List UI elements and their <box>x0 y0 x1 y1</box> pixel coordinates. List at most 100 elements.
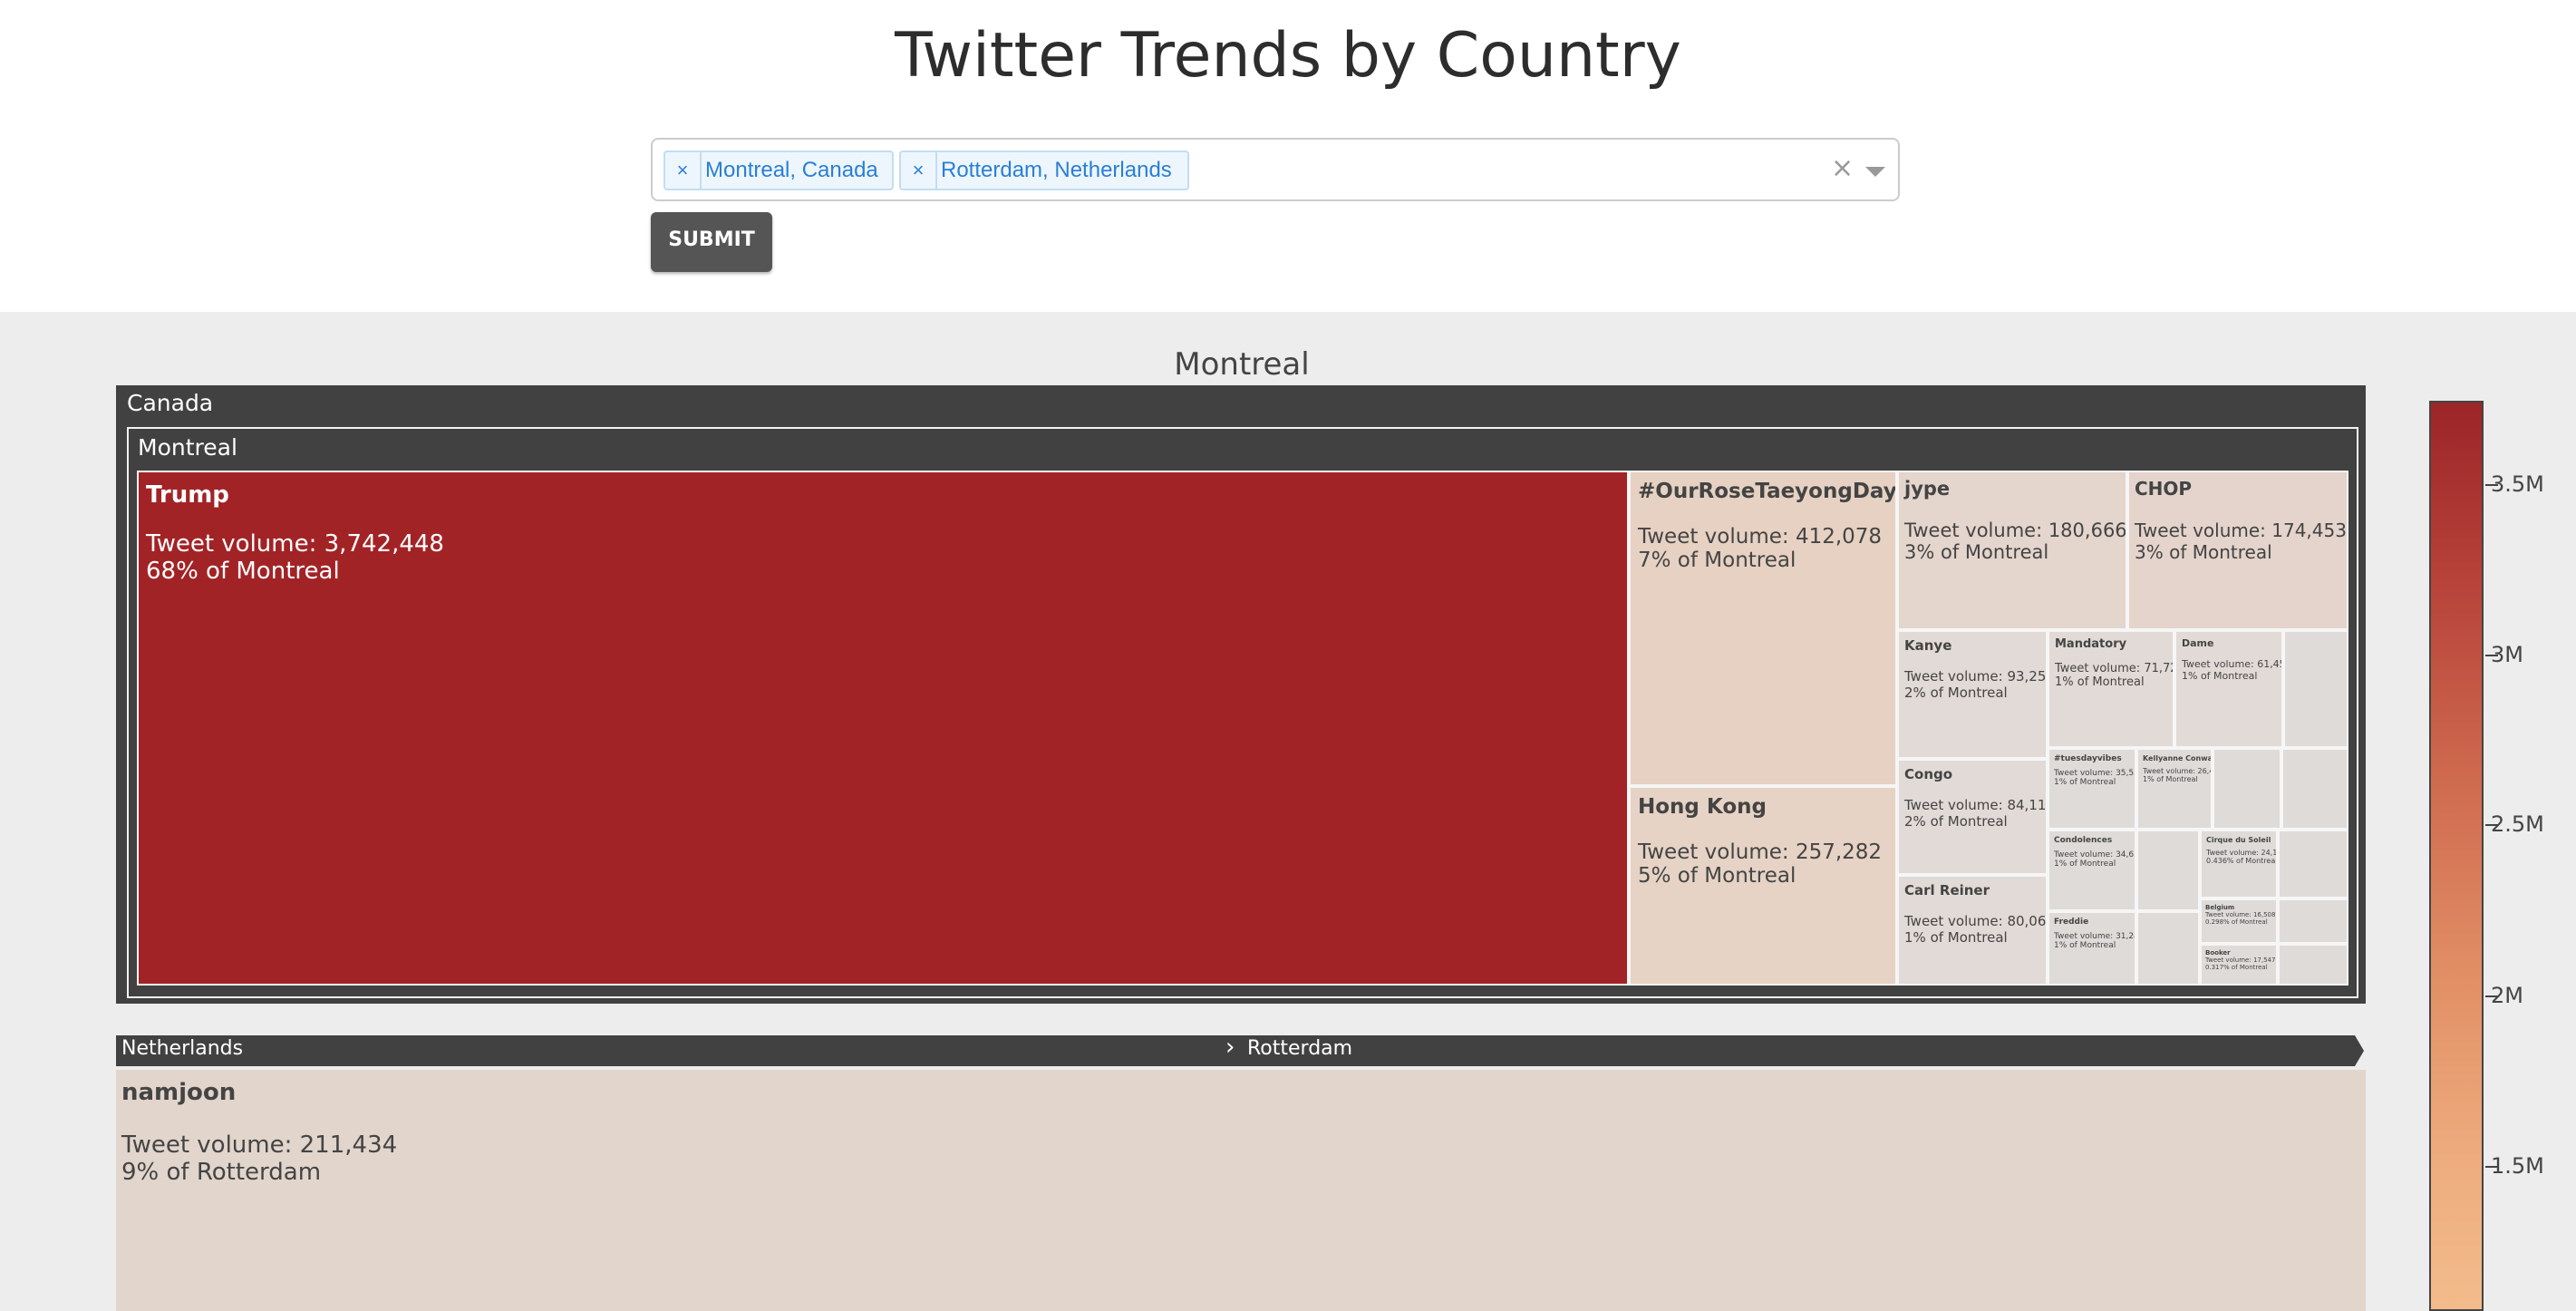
colorbar <box>2429 401 2484 1311</box>
trend-volume: Tweet volume: 35,535 <box>2054 769 2136 778</box>
trend-volume: Tweet volume: 3,742,448 <box>146 530 444 558</box>
trend-name: CHOP <box>2135 478 2193 500</box>
trend-name: Hong Kong <box>1638 795 1767 819</box>
trend-volume: Tweet volume: 412,078 <box>1638 525 1883 549</box>
selected-chip: × Montreal, Canada <box>663 151 894 190</box>
trend-tile[interactable] <box>2278 944 2348 986</box>
trend-tile[interactable]: Mandatory Tweet volume: 71,720 1% of Mon… <box>2048 630 2174 748</box>
trend-tile[interactable]: Condolences Tweet volume: 34,635 1% of M… <box>2048 830 2136 911</box>
trend-name: Condolences <box>2054 836 2113 845</box>
trend-tile[interactable] <box>2283 630 2348 748</box>
trend-name: Cirque du Soleil <box>2206 836 2271 844</box>
remove-chip-icon[interactable]: × <box>665 152 702 189</box>
remove-chip-icon[interactable]: × <box>901 152 937 189</box>
trend-share: 9% of Rotterdam <box>121 1159 322 1186</box>
trend-tile[interactable]: Hong Kong Tweet volume: 257,282 5% of Mo… <box>1629 786 1897 986</box>
trend-volume: Tweet volume: 93,258 <box>1904 668 2048 685</box>
trend-name: Mandatory <box>2055 637 2127 651</box>
trend-volume: Tweet volume: 31,243 <box>2054 932 2136 941</box>
trend-tile[interactable]: Cirque du Soleil Tweet volume: 24,132 0.… <box>2200 830 2278 898</box>
trend-volume: Tweet volume: 174,453 <box>2135 520 2347 541</box>
trend-tile[interactable] <box>2278 898 2348 944</box>
trend-volume: Tweet volume: 84,113 <box>1904 797 2048 813</box>
trend-name: Kellyanne Conway <box>2143 754 2213 762</box>
trend-share: 3% of Montreal <box>1904 541 2049 563</box>
trend-share: 0.436% of Montreal <box>2206 857 2278 865</box>
trend-share: 1% of Montreal <box>2143 775 2198 783</box>
colorbar-tick-label: 2M <box>2491 983 2523 1008</box>
treemap-pathbar[interactable]: Netherlands › Rotterdam <box>116 1035 2364 1066</box>
trend-share: 0.317% of Montreal <box>2205 964 2268 971</box>
trend-name: jype <box>1904 478 1951 500</box>
trend-share: 7% of Montreal <box>1638 549 1796 572</box>
clear-all-icon[interactable]: × <box>1831 152 1854 184</box>
trend-name: Belgium <box>2205 904 2235 911</box>
trend-tile[interactable]: Carl Reiner Tweet volume: 80,068 1% of M… <box>1897 875 2048 986</box>
trend-tile[interactable] <box>2136 830 2200 911</box>
trend-name: Kanye <box>1904 637 1952 654</box>
trend-tile[interactable]: Trump Tweet volume: 3,742,448 68% of Mon… <box>137 471 1629 986</box>
trend-tile[interactable]: Belgium Tweet volume: 16,508 0.298% of M… <box>2200 898 2278 944</box>
trend-name: Carl Reiner <box>1904 882 1990 898</box>
trend-name: Freddie <box>2054 918 2089 927</box>
trend-volume: Tweet volume: 34,635 <box>2054 850 2136 859</box>
colorbar-tick-label: 3.5M <box>2491 471 2544 497</box>
page-title: Twitter Trends by Country <box>895 20 1681 92</box>
trend-name: Congo <box>1904 766 1953 782</box>
trend-tile[interactable] <box>2281 748 2348 830</box>
trend-share: 68% of Montreal <box>146 558 340 585</box>
trend-tile[interactable]: Kanye Tweet volume: 93,258 2% of Montrea… <box>1897 630 2048 759</box>
trend-tile[interactable]: #OurRoseTaeyongDay Tweet volume: 412,078… <box>1629 471 1897 786</box>
trend-tile[interactable]: Congo Tweet volume: 84,113 2% of Montrea… <box>1897 759 2048 875</box>
trend-name: Booker <box>2205 949 2231 957</box>
trend-tile[interactable]: namjoon Tweet volume: 211,434 9% of Rott… <box>116 1070 2366 1311</box>
trend-share: 2% of Montreal <box>1904 813 2008 830</box>
trend-tile[interactable]: Booker Tweet volume: 17,547 0.317% of Mo… <box>2200 944 2278 986</box>
trend-tile[interactable] <box>2213 748 2281 830</box>
trend-name: Dame <box>2182 637 2214 649</box>
pathbar-country[interactable]: Netherlands <box>121 1037 243 1060</box>
country-label: Canada <box>127 390 214 416</box>
location-multiselect[interactable]: × Montreal, Canada × Rotterdam, Netherla… <box>651 138 1900 201</box>
trend-tile[interactable]: Dame Tweet volume: 61,458 1% of Montreal <box>2174 630 2283 748</box>
trend-tile[interactable]: jype Tweet volume: 180,666 3% of Montrea… <box>1897 471 2127 630</box>
colorbar-tick-label: 3M <box>2491 642 2523 667</box>
colorbar-tick-label: 1.5M <box>2491 1153 2544 1179</box>
trend-name: Trump <box>146 481 229 509</box>
trend-tile[interactable]: Freddie Tweet volume: 31,243 1% of Montr… <box>2048 911 2136 986</box>
trend-volume: Tweet volume: 17,547 <box>2205 957 2276 964</box>
trend-volume: Tweet volume: 180,666 <box>1904 520 2127 541</box>
trend-share: 0.298% of Montreal <box>2205 918 2268 926</box>
trend-share: 1% of Montreal <box>2055 675 2145 689</box>
city-label: Montreal <box>138 434 237 461</box>
trend-share: 1% of Montreal <box>2054 859 2116 869</box>
trend-tile[interactable] <box>2136 911 2200 986</box>
pathbar-city[interactable]: Rotterdam <box>1247 1037 1352 1060</box>
trend-share: 1% of Montreal <box>2182 670 2258 682</box>
trend-tile[interactable]: CHOP Tweet volume: 174,453 3% of Montrea… <box>2127 471 2348 630</box>
trend-share: 3% of Montreal <box>2135 541 2272 563</box>
trend-share: 2% of Montreal <box>1904 685 2008 701</box>
trend-share: 1% of Montreal <box>2054 778 2116 787</box>
trend-volume: Tweet volume: 61,458 <box>2182 658 2283 670</box>
trend-share: 5% of Montreal <box>1638 864 1796 888</box>
chevron-down-icon[interactable] <box>1865 167 1885 177</box>
trend-name: namjoon <box>121 1079 237 1106</box>
trend-tile[interactable]: #tuesdayvibes Tweet volume: 35,535 1% of… <box>2048 748 2136 830</box>
submit-button[interactable]: SUBMIT <box>651 212 772 272</box>
trend-volume: Tweet volume: 24,132 <box>2206 849 2278 857</box>
chip-label: Rotterdam, Netherlands <box>941 158 1172 182</box>
trend-volume: Tweet volume: 211,434 <box>121 1131 398 1159</box>
trend-volume: Tweet volume: 26,498 <box>2143 767 2211 775</box>
colorbar-tick-label: 2.5M <box>2491 811 2544 837</box>
trend-name: #OurRoseTaeyongDay <box>1638 480 1897 503</box>
trend-volume: Tweet volume: 80,068 <box>1904 913 2048 929</box>
trend-volume: Tweet volume: 71,720 <box>2055 662 2174 675</box>
trend-tile[interactable]: Kellyanne Conway Tweet volume: 26,498 1%… <box>2136 748 2213 830</box>
chip-label: Montreal, Canada <box>705 158 878 182</box>
trend-name: #tuesdayvibes <box>2054 754 2122 763</box>
trend-volume: Tweet volume: 257,282 <box>1638 840 1883 864</box>
chart-title: Montreal <box>1174 346 1310 383</box>
chevron-right-icon: › <box>1225 1034 1235 1061</box>
trend-tile[interactable] <box>2278 830 2348 898</box>
